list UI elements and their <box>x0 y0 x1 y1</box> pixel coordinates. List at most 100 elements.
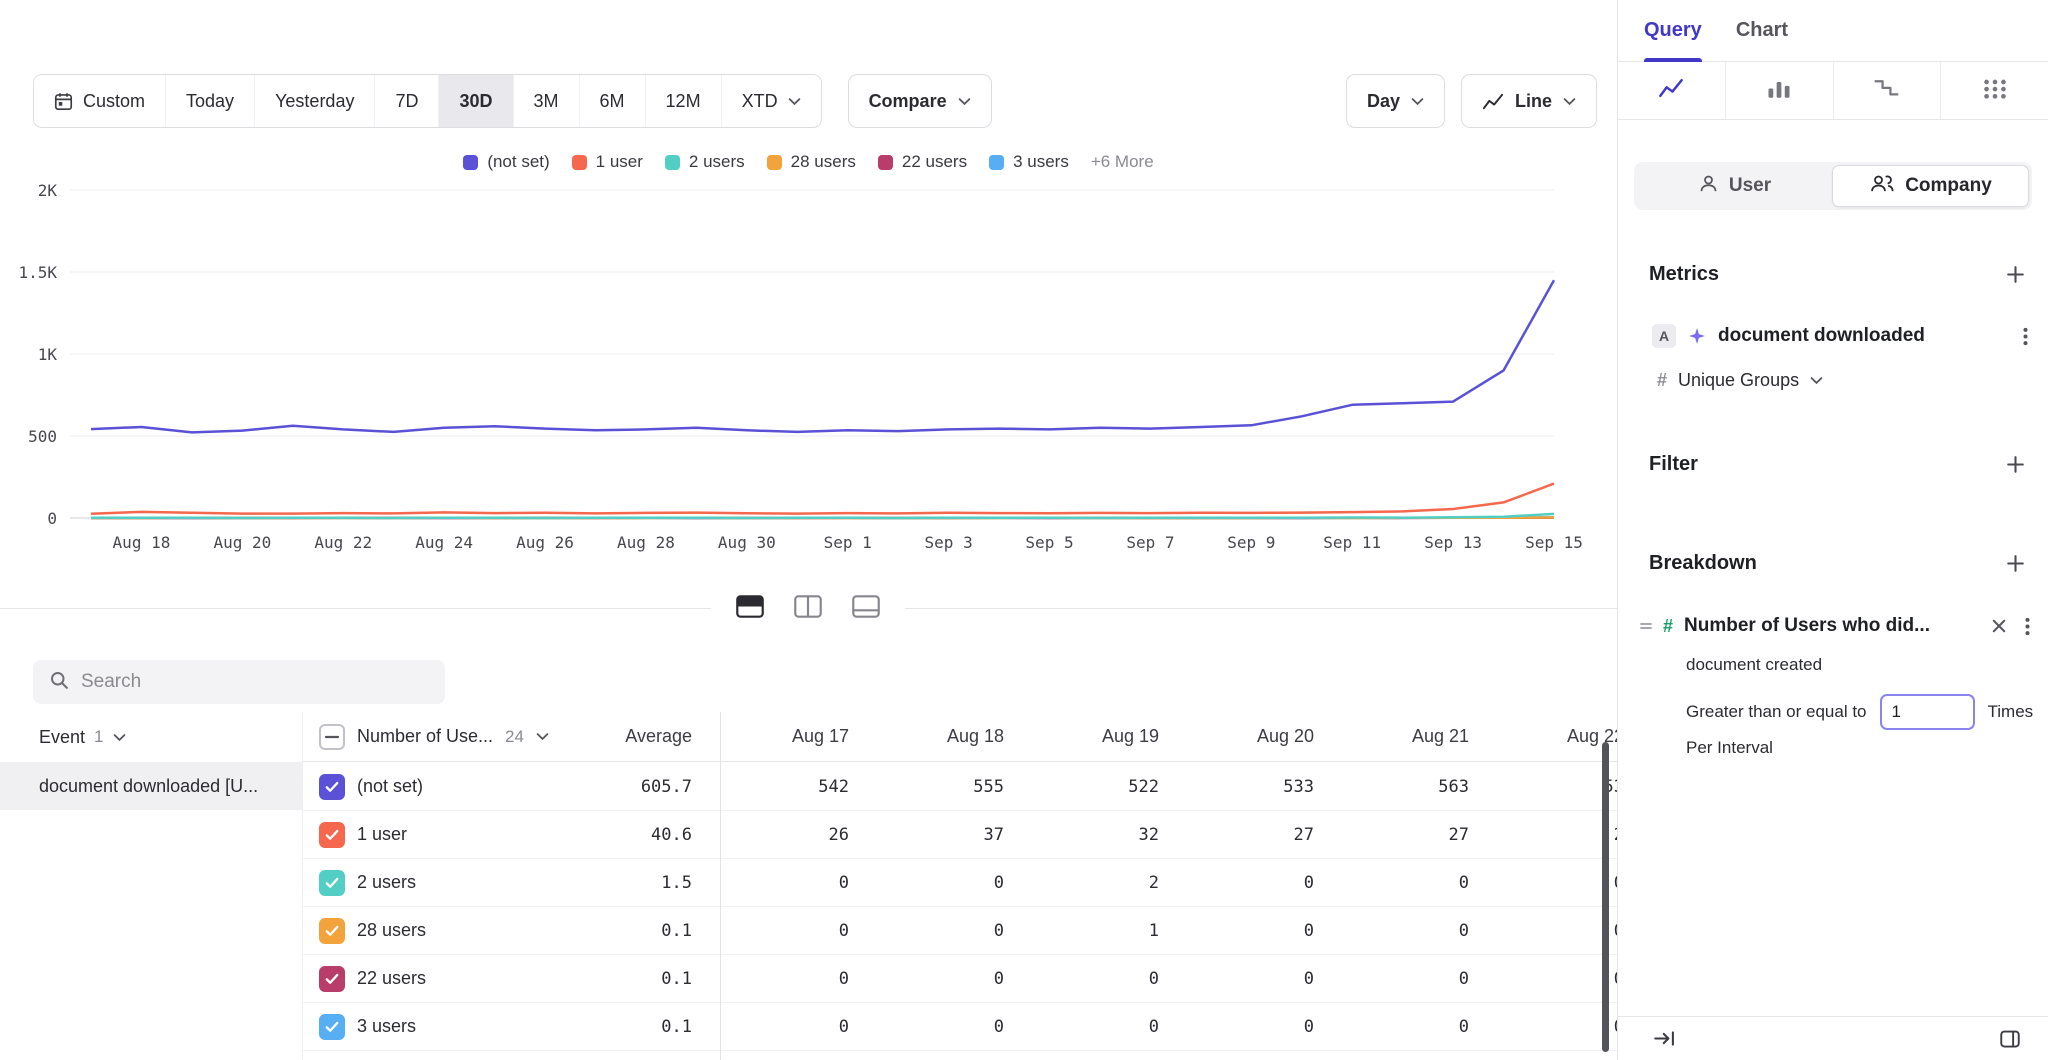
chart-type-tabs <box>1618 62 2048 120</box>
query-panel: Query Chart UserCompany Metrics A documen… <box>1617 0 2048 1060</box>
date-column-header[interactable]: Aug 17 <box>720 726 875 747</box>
date-column-header[interactable]: Aug 20 <box>1185 726 1340 747</box>
svg-text:0: 0 <box>47 509 57 528</box>
table-row: (not set)605.754255552253356353 <box>303 763 1617 811</box>
table-cell: 563 <box>1340 777 1495 797</box>
breakdown-options-button[interactable] <box>2021 613 2034 640</box>
row-label: 2 users <box>357 872 416 893</box>
row-label: (not set) <box>357 776 423 797</box>
range-6m[interactable]: 6M <box>579 75 645 127</box>
line-chart-icon <box>1658 78 1684 103</box>
svg-text:Sep 1: Sep 1 <box>824 533 872 552</box>
add-breakdown-button[interactable] <box>2000 548 2030 578</box>
breakdown-property-name[interactable]: Number of Users who did... <box>1684 615 1930 637</box>
table-cell: 53 <box>1495 777 1617 797</box>
date-column-header[interactable]: Aug 22 <box>1495 726 1617 747</box>
table-cell: 37 <box>875 825 1030 845</box>
table-row: 28 users0.1001000 <box>303 907 1617 955</box>
range-12m[interactable]: 12M <box>645 75 721 127</box>
add-filter-button[interactable] <box>2000 449 2030 479</box>
range-3m[interactable]: 3M <box>513 75 579 127</box>
row-label: 28 users <box>357 920 426 941</box>
svg-text:Aug 24: Aug 24 <box>415 533 473 552</box>
chart-type-tab-bar[interactable] <box>1726 62 1834 119</box>
chart-type-tab-more[interactable] <box>1941 62 2048 119</box>
date-column-header[interactable]: Aug 21 <box>1340 726 1495 747</box>
chart-style-button[interactable]: Line <box>1461 74 1597 128</box>
group-count: 24 <box>505 727 524 747</box>
table-cell: 0 <box>720 969 875 989</box>
number-measure-icon: # <box>1657 370 1667 391</box>
date-column-header[interactable]: Aug 18 <box>875 726 1030 747</box>
range-yesterday[interactable]: Yesterday <box>254 75 374 127</box>
tab-chart[interactable]: Chart <box>1736 0 1788 61</box>
table-body: (not set)605.7542555522533563531 user40.… <box>303 763 1617 1060</box>
table-cell: 1 <box>1030 921 1185 941</box>
range-7d[interactable]: 7D <box>374 75 438 127</box>
user-icon <box>1698 173 1719 200</box>
layout-split-vertical-button[interactable] <box>785 586 831 630</box>
table-cell: 27 <box>1185 825 1340 845</box>
app: CustomTodayYesterday7D30D3M6M12MXTD Comp… <box>0 0 2048 1060</box>
select-all-checkbox[interactable] <box>319 724 345 750</box>
range-today[interactable]: Today <box>165 75 254 127</box>
toggle-sidebar-icon[interactable] <box>2000 1030 2020 1048</box>
row-checkbox[interactable] <box>319 774 345 800</box>
collapse-panel-icon[interactable] <box>1654 1030 1676 1047</box>
row-checkbox[interactable] <box>319 1014 345 1040</box>
row-checkbox[interactable] <box>319 966 345 992</box>
chart-type-tab-funnel[interactable] <box>1834 62 1942 119</box>
row-checkbox[interactable] <box>319 822 345 848</box>
metrics-section-header: Metrics <box>1649 252 2030 296</box>
table-column-divider <box>720 712 721 1060</box>
average-column-header[interactable]: Average <box>555 726 720 747</box>
audience-option-user[interactable]: User <box>1637 165 1832 207</box>
condition-value-input[interactable] <box>1880 694 1975 730</box>
range-30d[interactable]: 30D <box>438 75 512 127</box>
chart-type-tab-line[interactable] <box>1618 62 1726 119</box>
search-input[interactable] <box>81 671 429 693</box>
audience-option-company[interactable]: Company <box>1832 165 2029 207</box>
layout-split-horizontal-button[interactable] <box>727 586 773 630</box>
remove-breakdown-button[interactable] <box>1988 615 2010 637</box>
compare-button[interactable]: Compare <box>848 74 992 128</box>
tab-query[interactable]: Query <box>1644 0 1702 61</box>
search-box[interactable] <box>33 660 445 704</box>
event-list-item[interactable]: document downloaded [U... <box>0 762 302 810</box>
condition-suffix: Times <box>1988 702 2034 722</box>
date-range-group: CustomTodayYesterday7D30D3M6M12MXTD <box>33 74 822 128</box>
measure-selector[interactable]: # Unique Groups <box>1657 360 1823 400</box>
chevron-down-icon <box>1411 97 1424 106</box>
drag-handle-icon[interactable] <box>1640 621 1652 631</box>
range-custom[interactable]: Custom <box>34 75 165 127</box>
metric-event-name[interactable]: document downloaded <box>1718 325 1925 347</box>
breakdown-section-header: Breakdown <box>1649 541 2030 585</box>
calendar-icon <box>54 92 73 111</box>
table-cell: 27 <box>1340 825 1495 845</box>
row-label: 22 users <box>357 968 426 989</box>
range-xtd[interactable]: XTD <box>721 75 821 127</box>
row-checkbox[interactable] <box>319 918 345 944</box>
row-average: 0.1 <box>555 1017 720 1037</box>
number-property-icon: # <box>1663 616 1673 637</box>
granularity-button[interactable]: Day <box>1346 74 1445 128</box>
group-column-header[interactable]: Number of Use... <box>357 726 493 747</box>
table-cell: 0 <box>1340 969 1495 989</box>
metric-letter-badge: A <box>1652 324 1676 348</box>
funnel-chart-icon <box>1873 78 1900 104</box>
svg-text:Aug 28: Aug 28 <box>617 533 675 552</box>
breakdown-condition-row: Greater than or equal to Times <box>1686 690 2038 734</box>
add-metric-button[interactable] <box>2000 259 2030 289</box>
row-checkbox[interactable] <box>319 870 345 896</box>
svg-text:1K: 1K <box>38 345 58 364</box>
events-header[interactable]: Event 1 <box>0 712 302 762</box>
date-column-header[interactable]: Aug 19 <box>1030 726 1185 747</box>
layout-toggle <box>711 586 905 630</box>
events-count: 1 <box>94 727 103 747</box>
query-panel-footer <box>1618 1016 2048 1060</box>
layout-bottom-panel-button[interactable] <box>843 586 889 630</box>
table-row: 2 users1.5002000 <box>303 859 1617 907</box>
breakdown-item: # Number of Users who did... <box>1640 606 2034 646</box>
metric-options-button[interactable] <box>2019 323 2032 350</box>
table-scrollbar[interactable] <box>1602 742 1609 1052</box>
